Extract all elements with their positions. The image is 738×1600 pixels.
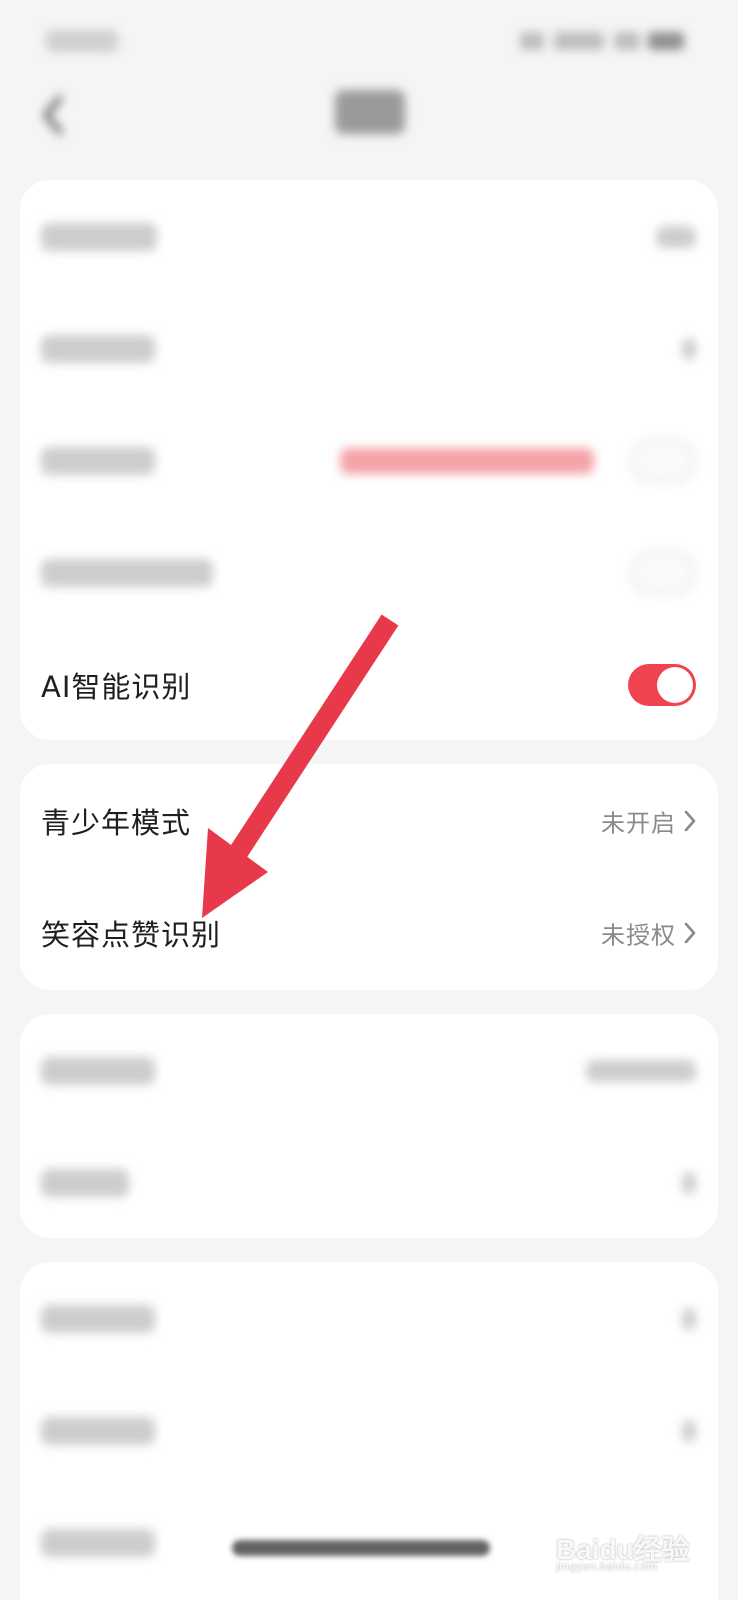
- settings-row-clear-cache[interactable]: [20, 1014, 718, 1128]
- baidu-watermark: Baidu经验 jingyan.baidu.com: [548, 1520, 698, 1573]
- blurred-label: [41, 223, 157, 251]
- back-button[interactable]: [30, 90, 80, 140]
- blurred-label: [41, 1169, 129, 1197]
- blurred-label: [41, 447, 155, 475]
- blurred-chevron: [682, 1308, 696, 1330]
- settings-row-user-agreement[interactable]: [20, 1262, 718, 1376]
- ai-recognition-toggle[interactable]: [628, 664, 696, 706]
- toggle-knob: [657, 667, 693, 703]
- blurred-chevron: [682, 1172, 696, 1194]
- smile-like-label: 笑容点赞识别: [41, 918, 222, 952]
- blurred-toggle[interactable]: [630, 551, 696, 595]
- blurred-label: [41, 335, 155, 363]
- blurred-chevron: [682, 338, 696, 360]
- blurred-chevron: [682, 1420, 696, 1442]
- chevron-right-icon: [682, 920, 698, 946]
- blurred-label: [41, 1057, 155, 1085]
- youth-mode-value: 未开启: [601, 809, 676, 838]
- chevron-right-icon: [682, 808, 698, 834]
- settings-row-privacy[interactable]: [20, 292, 718, 406]
- blurred-label: [41, 559, 213, 587]
- settings-card-teen: 青少年模式 未开启 笑容点赞识别 未授权: [20, 764, 718, 990]
- smile-like-value: 未授权: [601, 921, 676, 950]
- blurred-label: [41, 1529, 155, 1557]
- blurred-value: [586, 1060, 696, 1082]
- settings-row-account[interactable]: [20, 180, 718, 294]
- status-bar: [0, 0, 738, 84]
- wifi-icon: [520, 32, 544, 50]
- network-icon: [614, 32, 640, 50]
- status-icons: [520, 28, 690, 54]
- chevron-left-icon: [43, 95, 63, 135]
- watermark-domain: jingyan.baidu.com: [556, 1560, 658, 1573]
- page-title: [335, 90, 405, 134]
- settings-card-general: AI智能识别: [20, 180, 718, 740]
- header: [0, 84, 738, 180]
- youth-mode-label: 青少年模式: [41, 806, 192, 840]
- settings-row-smile-like[interactable]: 笑容点赞识别 未授权: [20, 876, 718, 990]
- home-indicator: [232, 1540, 490, 1556]
- settings-row-switch-a[interactable]: [20, 404, 718, 518]
- settings-row-youth-mode[interactable]: 青少年模式 未开启: [20, 764, 718, 878]
- settings-row-switch-b[interactable]: [20, 516, 718, 630]
- blurred-value: [656, 226, 696, 248]
- settings-row-other[interactable]: [20, 1126, 718, 1240]
- battery-icon: [648, 32, 684, 50]
- settings-row-ai-recognition[interactable]: AI智能识别: [20, 628, 718, 742]
- settings-row-privacy-policy[interactable]: [20, 1374, 718, 1488]
- blurred-hint: [340, 448, 594, 474]
- signal-icon: [554, 32, 604, 50]
- status-time: [46, 30, 118, 52]
- ai-recognition-label: AI智能识别: [41, 670, 192, 704]
- blurred-label: [41, 1305, 155, 1333]
- blurred-toggle[interactable]: [630, 439, 696, 483]
- blurred-label: [41, 1417, 155, 1445]
- settings-card-storage: [20, 1014, 718, 1238]
